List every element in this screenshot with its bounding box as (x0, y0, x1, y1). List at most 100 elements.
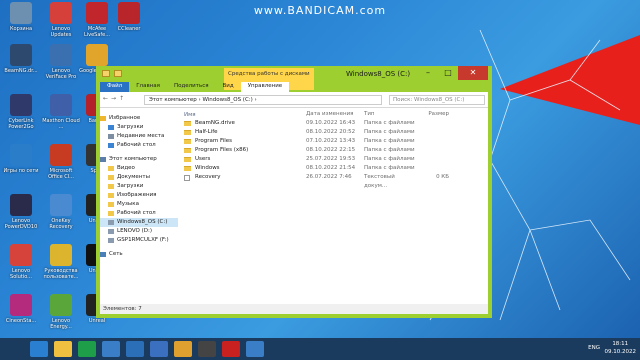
taskbar-explorer2-icon[interactable] (246, 341, 264, 357)
folder-icon[interactable] (102, 70, 110, 77)
file-row[interactable]: Half-Life 08.10.2022 20:52 Папка с файлами (182, 128, 488, 137)
nav-drive-d[interactable]: LENOVO (D:) (100, 227, 178, 236)
file-size: 0 КБ (436, 174, 449, 180)
desktop-icon-item[interactable]: Корзина (2, 2, 40, 32)
nav-drive-c[interactable]: Windows8_OS (C:) (100, 218, 178, 227)
nav-item-video[interactable]: Видео (100, 164, 178, 173)
column-date[interactable]: Дата изменения (306, 111, 364, 119)
tab-view[interactable]: Вид (216, 82, 241, 92)
app-icon (10, 244, 32, 266)
nav-item-recent[interactable]: Недавние места (100, 132, 178, 141)
taskbar-monitor-icon[interactable] (102, 341, 120, 357)
desktop-icon-item[interactable]: Lenovo Updates (42, 2, 80, 38)
nav-this-pc[interactable]: Этот компьютер (100, 155, 178, 164)
desktop-icon-item[interactable]: Руководства пользовате... (42, 244, 80, 280)
title-bar[interactable]: Средства работы с дисками Windows8_OS (C… (100, 66, 488, 92)
file-type: Папка с файлами (364, 120, 415, 126)
desktop-icon-item[interactable]: Lenovo PowerDVD10 (2, 194, 40, 230)
app-icon (86, 44, 108, 66)
desktop-icon-label: CineonSta... (5, 318, 37, 324)
search-input[interactable]: Поиск: Windows8_OS (C:) (389, 95, 485, 105)
taskbar-store-icon[interactable] (78, 341, 96, 357)
drive-icon (108, 238, 114, 243)
taskbar-record-icon[interactable] (222, 341, 240, 357)
nav-favorites[interactable]: Избранное (100, 114, 178, 123)
tab-share[interactable]: Поделиться (167, 82, 216, 92)
taskbar-start-icon[interactable] (6, 341, 24, 357)
nav-item-music[interactable]: Музыка (100, 200, 178, 209)
nav-network[interactable]: Сеть (100, 250, 178, 259)
nav-item-desktop-pc[interactable]: Рабочий стол (100, 209, 178, 218)
clock-time: 18:11 (612, 341, 629, 347)
nav-drive-f[interactable]: GSP1RMCULXF (F:) (100, 236, 178, 245)
nav-item-documents[interactable]: Документы (100, 173, 178, 182)
explorer-window[interactable]: Средства работы с дисками Windows8_OS (C… (96, 66, 492, 318)
taskbar-explorer-icon[interactable] (54, 341, 72, 357)
maximize-button[interactable]: □ (438, 66, 458, 80)
desktop-icon-item[interactable]: Lenovo VeriFace Pro (42, 44, 80, 80)
app-icon (50, 94, 72, 116)
taskbar-chrome-icon[interactable] (174, 341, 192, 357)
desktop-icon-item[interactable]: Maxthon Cloud ... (42, 94, 80, 130)
file-row[interactable]: Windows 08.10.2022 21:54 Папка с файлами (182, 164, 488, 173)
taskbar-photo-icon[interactable] (126, 341, 144, 357)
up-arrow-icon[interactable]: ↑ (119, 95, 124, 102)
column-headers: Имя Дата изменения Тип Размер (182, 108, 488, 119)
tab-manage[interactable]: Управление (240, 82, 290, 92)
desktop-icon-item[interactable]: Lenovo Solutio... (2, 244, 40, 280)
desktop-icon-item[interactable]: CineonSta... (2, 294, 40, 324)
desktop-icon (108, 143, 114, 148)
taskbar-ie-icon[interactable] (30, 341, 48, 357)
desktop-icon-item[interactable]: OneKey Recovery (42, 194, 80, 230)
clock-date: 09.10.2022 (604, 349, 637, 355)
explorer-body: Избранное Загрузки Недавние места Рабочи… (100, 108, 488, 304)
file-row[interactable]: BeamNG.drive 09.10.2022 16:43 Папка с файл… (182, 119, 488, 128)
desktop-icon-item[interactable]: Lenovo Energy... (42, 294, 80, 330)
column-name[interactable]: Имя (182, 111, 306, 119)
desktop-icon-label: Maxthon Cloud ... (42, 118, 80, 130)
computer-icon (100, 157, 106, 162)
address-bar[interactable]: Этот компьютер › Windows8_OS (C:) › (144, 95, 382, 105)
app-icon (50, 194, 72, 216)
file-name: BeamNG.drive (195, 120, 235, 126)
nav-item-downloads[interactable]: Загрузки (100, 123, 178, 132)
file-size (419, 137, 449, 146)
nav-item-downloads-pc[interactable]: Загрузки (100, 182, 178, 191)
desktop-icon-label: Lenovo VeriFace Pro (45, 68, 77, 80)
tab-file[interactable]: Файл (100, 82, 130, 92)
desktop-icon-item[interactable]: CyberLink Power2Go (2, 94, 40, 130)
file-name: Recovery (195, 174, 221, 180)
desktop-icon-item[interactable]: CCleaner (110, 2, 148, 32)
taskbar-maxthon-icon[interactable] (150, 341, 168, 357)
desktop-icon-item[interactable]: Игры по сети (2, 144, 40, 174)
back-arrow-icon[interactable]: ← (103, 95, 108, 102)
clock[interactable]: 18:11 09.10.2022 (605, 340, 637, 356)
forward-arrow-icon[interactable]: → (111, 95, 116, 102)
properties-icon[interactable] (114, 70, 122, 77)
desktop-icon-item[interactable]: BeamNG.dr... (2, 44, 40, 74)
taskbar-unknown-icon[interactable] (198, 341, 216, 357)
navigation-bar: ← → ↑ Этот компьютер › Windows8_OS (C:) … (100, 92, 488, 108)
column-size[interactable]: Размер (419, 111, 449, 119)
column-type[interactable]: Тип (364, 111, 419, 119)
file-size (419, 128, 449, 137)
nav-item-pictures[interactable]: Изображения (100, 191, 178, 200)
folder-icon (184, 130, 191, 135)
file-row[interactable]: Program Files (x86) 08.10.2022 22:15 Папка… (182, 146, 488, 155)
folder-icon (108, 211, 114, 216)
file-type: Текстовый докум... (364, 174, 395, 189)
file-row[interactable]: Users 25.07.2022 19:53 Папка с файлами (182, 155, 488, 164)
minimize-button[interactable]: – (418, 66, 438, 80)
desktop-icon-label: Microsoft Office Cl... (48, 168, 74, 180)
language-indicator[interactable]: ENG (588, 345, 600, 351)
navigation-pane: Избранное Загрузки Недавние места Рабочи… (100, 108, 178, 304)
nav-item-desktop[interactable]: Рабочий стол (100, 141, 178, 150)
file-row[interactable]: Program Files 07.10.2022 13:43 Папка с фай… (182, 137, 488, 146)
desktop-icon-item[interactable]: Microsoft Office Cl... (42, 144, 80, 180)
desktop-icon-label: Lenovo Updates (50, 26, 72, 38)
file-row[interactable]: Recovery 26.07.2022 7:46 Текстовый докум..… (182, 173, 488, 189)
app-icon (50, 44, 72, 66)
tab-home[interactable]: Главная (129, 82, 167, 92)
file-date: 08.10.2022 22:15 (306, 147, 356, 153)
close-button[interactable]: ✕ (458, 66, 488, 80)
